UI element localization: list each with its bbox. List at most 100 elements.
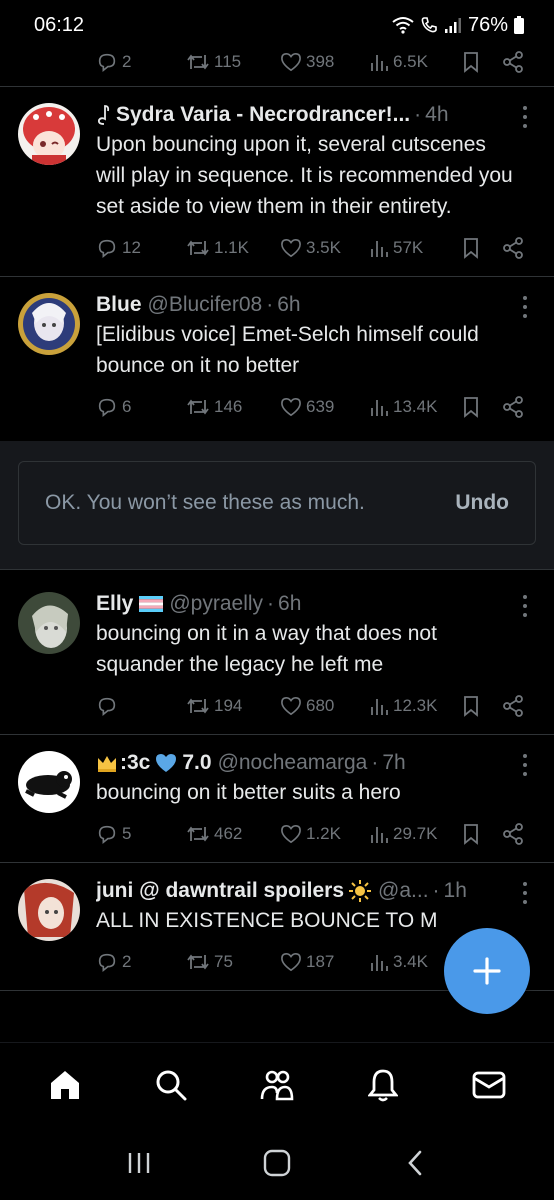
share-icon: [503, 695, 523, 717]
bottom-nav: [0, 1042, 554, 1126]
avatar[interactable]: [18, 293, 80, 355]
repost-button[interactable]: 115: [186, 51, 241, 73]
nav-home[interactable]: [35, 1055, 95, 1115]
like-button[interactable]: 3.5K: [280, 238, 341, 258]
back-button[interactable]: [385, 1133, 445, 1193]
reply-button[interactable]: [96, 695, 122, 717]
repost-icon: [187, 399, 209, 415]
views-button[interactable]: 29.7K: [369, 824, 437, 844]
author-name[interactable]: :3c: [120, 749, 150, 777]
tweet-actions: 6 146 639 13.4K: [0, 389, 526, 425]
share-button[interactable]: [502, 237, 524, 259]
author-handle[interactable]: @a...: [378, 877, 429, 905]
views-button[interactable]: 6.5K: [369, 52, 428, 72]
author-name[interactable]: Blue: [96, 291, 142, 319]
more-options-icon[interactable]: [520, 293, 530, 321]
share-icon: [503, 396, 523, 418]
reply-button[interactable]: 6: [96, 396, 131, 418]
author-name[interactable]: Sydra Varia - Necrodrancer!...: [116, 101, 410, 129]
tweet-item[interactable]: Sydra Varia - Necrodrancer!... · 4h Upon…: [0, 87, 554, 276]
tweet-item[interactable]: Elly @pyraelly · 6h bouncing on it in a …: [0, 570, 554, 734]
trans-flag-icon: [139, 596, 164, 612]
share-button[interactable]: [502, 695, 524, 717]
separator-dot: ·: [432, 879, 440, 902]
author-name[interactable]: Elly: [96, 590, 133, 618]
more-options-icon[interactable]: [520, 592, 530, 620]
more-options-icon[interactable]: [520, 879, 530, 907]
more-options-icon[interactable]: [520, 751, 530, 779]
system-nav-bar: [0, 1126, 554, 1200]
like-button[interactable]: 187: [280, 952, 334, 972]
repost-button[interactable]: 75: [186, 951, 233, 973]
repost-button[interactable]: 146: [186, 396, 242, 418]
author-name[interactable]: juni @ dawntrail spoilers: [96, 877, 344, 905]
feedback-notice: OK. You won’t see these as much. Undo: [18, 461, 536, 545]
reply-button[interactable]: 12: [96, 237, 141, 259]
like-button[interactable]: 680: [280, 696, 334, 716]
status-time: 06:12: [34, 13, 85, 36]
tweet-item[interactable]: Blue @Blucifer08 · 6h [Elidibus voice] E…: [0, 277, 554, 435]
reply-button[interactable]: 2: [96, 951, 131, 973]
tweet-time[interactable]: 4h: [425, 101, 448, 129]
views-button[interactable]: 57K: [369, 238, 423, 258]
views-button[interactable]: 12.3K: [369, 696, 437, 716]
reply-button[interactable]: 5: [96, 823, 131, 845]
bookmark-button[interactable]: [462, 51, 480, 73]
bookmark-button[interactable]: [462, 823, 480, 845]
avatar[interactable]: [18, 592, 80, 654]
communities-icon: [260, 1070, 294, 1100]
like-button[interactable]: 398: [280, 52, 334, 72]
like-button[interactable]: 1.2K: [280, 824, 341, 844]
compose-button[interactable]: [444, 928, 530, 1014]
avatar[interactable]: [18, 751, 80, 813]
undo-button[interactable]: Undo: [455, 491, 509, 515]
bookmark-button[interactable]: [462, 396, 480, 418]
bookmark-button[interactable]: [462, 237, 480, 259]
share-icon: [503, 237, 523, 259]
views-button[interactable]: 3.4K: [369, 952, 428, 972]
tweet-time[interactable]: 1h: [444, 877, 467, 905]
share-button[interactable]: [502, 823, 524, 845]
share-button[interactable]: [502, 396, 524, 418]
crown-icon: [98, 756, 116, 772]
repost-button[interactable]: 194: [186, 695, 242, 717]
repost-icon: [187, 954, 209, 970]
repost-icon: [187, 240, 209, 256]
tweet-time[interactable]: 7h: [382, 749, 405, 777]
home-system-button[interactable]: [247, 1133, 307, 1193]
author-name-suffix[interactable]: 7.0: [182, 749, 211, 777]
nav-search[interactable]: [141, 1055, 201, 1115]
repost-button[interactable]: 462: [186, 823, 242, 845]
tweet-time[interactable]: 6h: [278, 590, 301, 618]
tweet-text: ALL IN EXISTENCE BOUNCE TO M: [96, 909, 438, 932]
tweet-time[interactable]: 6h: [277, 291, 300, 319]
like-button[interactable]: 639: [280, 397, 334, 417]
separator-dot: ·: [414, 103, 422, 126]
timeline-feed[interactable]: 2 115 398 6.5K Sydra Varia - Necrodrance…: [0, 44, 554, 1042]
author-handle[interactable]: @Blucifer08: [148, 291, 263, 319]
nav-notifications[interactable]: [353, 1055, 413, 1115]
share-button[interactable]: [502, 51, 524, 73]
repost-button[interactable]: 1.1K: [186, 237, 249, 259]
more-options-icon[interactable]: [520, 103, 530, 131]
avatar[interactable]: [18, 879, 80, 941]
nav-communities[interactable]: [247, 1055, 307, 1115]
tweet-header: Sydra Varia - Necrodrancer!... · 4h: [96, 101, 526, 129]
recent-apps-button[interactable]: [109, 1133, 169, 1193]
avatar[interactable]: [18, 103, 80, 165]
tweet-text: Upon bouncing upon it, several cutscenes…: [96, 133, 513, 218]
home-icon: [51, 1070, 79, 1099]
views-button[interactable]: 13.4K: [369, 397, 437, 417]
author-handle[interactable]: @pyraelly: [169, 590, 263, 618]
reply-button[interactable]: 2: [96, 51, 131, 73]
blue-heart-icon: [156, 754, 177, 772]
recent-apps-icon: [128, 1153, 150, 1173]
nav-messages[interactable]: [459, 1055, 519, 1115]
bookmark-button[interactable]: [462, 695, 480, 717]
search-icon: [156, 1070, 187, 1100]
status-bar: 06:12 76%: [0, 0, 554, 50]
author-handle[interactable]: @nocheamarga: [218, 749, 368, 777]
tweet-actions: 194 680 12.3K: [0, 688, 526, 724]
tweet-item[interactable]: :3c 7.0 @nocheamarga · 7h bouncing on it…: [0, 735, 554, 862]
views-icon: [371, 400, 388, 416]
